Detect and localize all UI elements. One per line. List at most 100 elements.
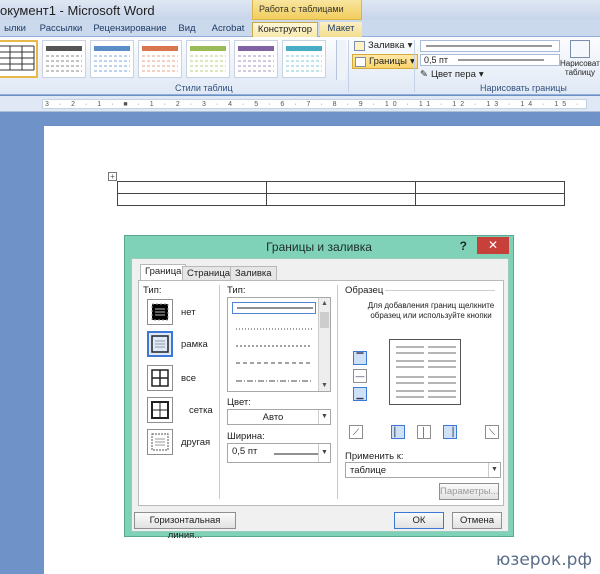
window-title: окумент1 - Microsoft Word [0, 3, 155, 18]
apply-to-label: Применить к: [345, 451, 404, 462]
watermark-text: юзерок.рф [496, 550, 592, 570]
horizontal-line-button[interactable]: Горизонтальная линия... [134, 512, 236, 541]
scroll-thumb[interactable] [320, 312, 329, 328]
width-select[interactable]: 0,5 пт ▼ [227, 443, 331, 463]
table-style-option[interactable] [138, 40, 182, 78]
borders-button[interactable]: Границы ▾ [352, 54, 418, 69]
shading-button[interactable]: Заливка ▾ [354, 40, 412, 51]
chevron-down-icon: ▼ [488, 463, 500, 477]
left-border-button[interactable]: ▏ [391, 425, 405, 439]
tab-shading[interactable]: Заливка [230, 266, 277, 280]
bottom-border-button[interactable]: ▁ [353, 387, 367, 401]
line-style-solid[interactable] [232, 302, 316, 314]
table-cell[interactable] [415, 193, 565, 206]
inside-horizontal-border-button[interactable]: — [353, 369, 367, 383]
line-weight-value: 0,5 пт [424, 55, 449, 65]
table-cell[interactable] [266, 181, 416, 194]
divider [337, 285, 338, 499]
table-cell[interactable] [266, 193, 416, 206]
table-cell[interactable] [117, 193, 267, 206]
document-table[interactable] [117, 181, 565, 206]
tab-review[interactable]: Рецензирование [92, 22, 168, 37]
chevron-down-icon: ▾ [478, 69, 484, 80]
setting-custom-label[interactable]: другая [181, 437, 210, 448]
color-value: Авто [262, 412, 284, 423]
border-preview[interactable] [389, 339, 461, 405]
draw-table-button[interactable]: Нарисовать таблицу [560, 40, 600, 77]
width-value: 0,5 пт [232, 446, 258, 457]
diagonal-up-border-button[interactable]: ⟋ [349, 425, 363, 439]
tab-acrobat[interactable]: Acrobat [208, 22, 248, 37]
line-style-dashed-small[interactable] [232, 339, 316, 347]
right-border-button[interactable]: ▕ [443, 425, 457, 439]
table-style-option[interactable] [234, 40, 278, 78]
table-style-option[interactable] [282, 40, 326, 78]
tab-page-border[interactable]: Страница [182, 266, 236, 280]
diagonal-down-border-button[interactable]: ⟍ [485, 425, 499, 439]
horizontal-ruler[interactable]: 3 · 2 · 1 · ■ · 1 · 2 · 3 · 4 · 5 · 6 · … [0, 96, 600, 112]
borders-label: Границы [369, 56, 407, 67]
tab-layout[interactable]: Макет [320, 22, 362, 37]
preview-hint: Для добавления границ щелкните образец и… [367, 301, 495, 320]
draw-table-icon [570, 40, 590, 58]
line-style-dotted[interactable] [232, 322, 316, 330]
pen-color-button[interactable]: ✎ Цвет пера ▾ [420, 69, 484, 80]
setting-grid-label[interactable]: сетка [189, 405, 213, 416]
inside-vertical-border-button[interactable]: │ [417, 425, 431, 439]
preview-text-line [428, 376, 456, 378]
setting-none-label[interactable]: нет [181, 307, 196, 318]
scroll-down-icon[interactable]: ▼ [319, 380, 330, 391]
tab-borders[interactable]: Граница [140, 264, 187, 281]
line-style-scrollbar[interactable]: ▲ ▼ [318, 298, 330, 391]
table-style-option[interactable] [90, 40, 134, 78]
tab-page-border-label: Страница [187, 268, 231, 279]
close-button[interactable]: ✕ [477, 237, 509, 254]
top-border-button[interactable]: ▔ [353, 351, 367, 365]
table-cell[interactable] [117, 181, 267, 194]
preview-text-line [396, 352, 424, 354]
tab-view[interactable]: Вид [174, 22, 200, 37]
ruler-scale: 3 · 2 · 1 · ■ · 1 · 2 · 3 · 4 · 5 · 6 · … [42, 99, 587, 109]
help-icon[interactable]: ? [460, 239, 467, 253]
table-cell[interactable] [415, 181, 565, 194]
setting-box-label[interactable]: рамка [181, 339, 208, 350]
table-style-option[interactable] [186, 40, 230, 78]
preview-text-line [428, 382, 456, 384]
setting-grid-icon[interactable] [147, 397, 173, 423]
tab-design[interactable]: Конструктор [252, 22, 318, 38]
table-style-option[interactable] [42, 40, 86, 78]
line-style-dash-dot[interactable] [232, 374, 316, 382]
preview-text-line [428, 360, 456, 362]
setting-all-label[interactable]: все [181, 373, 196, 384]
table-row [117, 193, 565, 206]
ok-button[interactable]: ОК [394, 512, 444, 529]
dialog-body: Граница Страница Заливка Тип: нет рамка … [131, 258, 509, 541]
dialog-title: Границы и заливка [266, 240, 372, 254]
line-weight-select[interactable]: 0,5 пт [420, 54, 560, 66]
paint-bucket-icon [354, 40, 365, 51]
table-row [117, 181, 565, 194]
color-select[interactable]: Авто ▼ [227, 409, 331, 425]
line-style-select[interactable] [420, 40, 560, 52]
scroll-up-icon[interactable]: ▲ [319, 298, 330, 309]
setting-box-icon[interactable] [147, 331, 173, 357]
table-tools-header: Работа с таблицами [252, 0, 362, 20]
setting-none-icon[interactable] [147, 299, 173, 325]
gallery-scrollbar[interactable] [336, 40, 346, 80]
line-style-dashed[interactable] [232, 356, 316, 364]
setting-custom-icon[interactable] [147, 429, 173, 455]
pen-icon: ✎ [420, 69, 428, 80]
table-style-option[interactable] [0, 40, 38, 78]
preview-text-line [396, 396, 424, 398]
tab-mailings[interactable]: Рассылки [36, 22, 86, 37]
borders-panel: Тип: нет рамка все сетка другая Тип: ▲ ▼… [138, 280, 504, 506]
options-button[interactable]: Параметры... [439, 483, 499, 500]
table-move-handle[interactable]: + [108, 172, 117, 181]
setting-all-icon[interactable] [147, 365, 173, 391]
apply-to-select[interactable]: таблице ▼ [345, 462, 501, 478]
cancel-button[interactable]: Отмена [452, 512, 502, 529]
tab-references[interactable]: ылки [0, 22, 30, 37]
line-type-label: Тип: [227, 285, 246, 296]
line-style-list[interactable]: ▲ ▼ [227, 297, 331, 392]
color-label: Цвет: [227, 397, 251, 408]
